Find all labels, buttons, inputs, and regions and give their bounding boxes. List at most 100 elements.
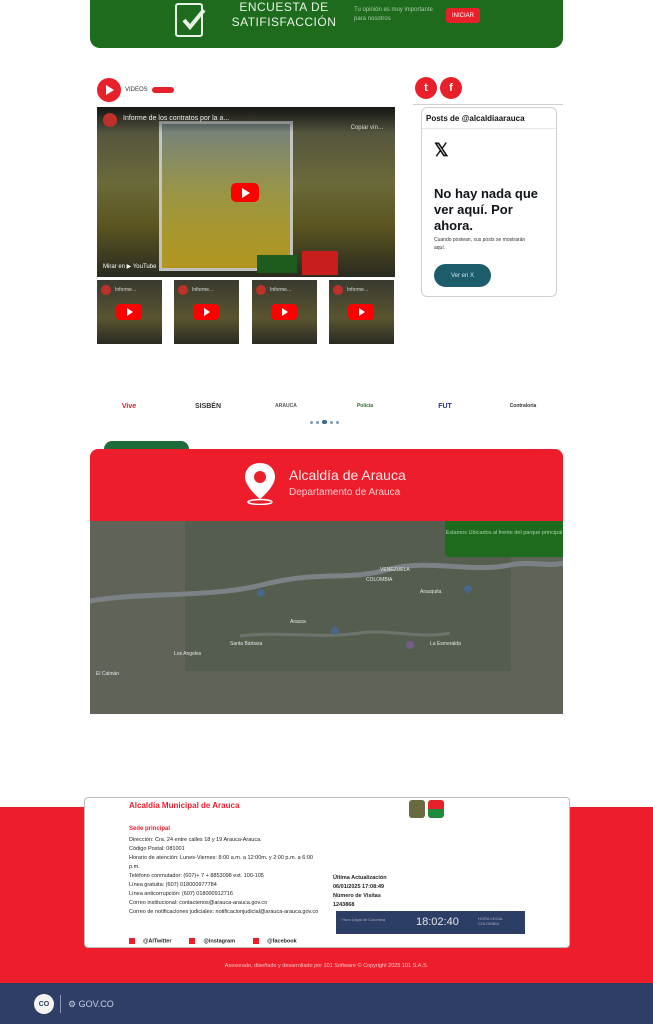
last-update-value: 06/01/2025 17:08:49 (333, 884, 385, 890)
x-posts-header[interactable]: Posts de @alcaldiaarauca (426, 114, 525, 123)
partner-logo-policia[interactable]: Policía (354, 397, 376, 415)
partner-logos-carousel: Vive SISBÉN ARAUCA Policía FUT Contralor… (110, 397, 550, 417)
location-map[interactable]: Arauca VENEZUELA COLOMBIA Santa Bárbara … (90, 521, 563, 714)
video-thumbnail-2[interactable]: Informe... (174, 280, 239, 344)
youtube-label: YouTube (132, 264, 157, 270)
carousel-dot[interactable] (336, 420, 339, 424)
facebook-handle: @facebook (267, 938, 297, 945)
x-timeline-panel: Posts de @alcaldiaarauca 𝕏 No hay nada q… (413, 104, 563, 298)
video-thumbnail-3[interactable]: Informe... (252, 280, 317, 344)
survey-banner[interactable]: ENCUESTA DE SATIFISFACCIÓN Tu opinión es… (90, 0, 563, 48)
map-label: La Esmeralda (430, 641, 461, 647)
x-logo-icon: 𝕏 (434, 140, 449, 160)
thumbnail-title: Informe... (115, 287, 137, 293)
video-title[interactable]: Informe de los contratos por la a... (123, 115, 229, 122)
social-icons: t f (415, 77, 462, 99)
visits-value: 1243868 (333, 902, 355, 908)
checklist-icon (175, 3, 206, 37)
survey-subtitle: Tu opinión es muy importante para nosotr… (354, 7, 433, 22)
video-logo-right (302, 251, 338, 275)
footer-contact-info: Dirección: Cra. 24 entre calles 18 y 19 … (129, 836, 319, 917)
watch-on-youtube[interactable]: Mirar en ▶ YouTube (103, 263, 156, 270)
footer-line: Dirección: Cra. 24 entre calles 18 y 19 … (129, 837, 262, 843)
map-pin-icon (245, 463, 275, 505)
main-video-player[interactable]: Informe de los contratos por la a... Cop… (97, 107, 395, 277)
channel-avatar (101, 285, 111, 295)
visits-label: Número de Visitas (333, 893, 381, 899)
twitter-icon[interactable]: t (415, 77, 437, 99)
footer-card: Alcaldía Municipal de Arauca Sede princi… (84, 797, 570, 948)
copy-link-button[interactable]: Copiar vín... (351, 125, 383, 131)
footer-instagram-link[interactable]: @instagram (189, 938, 235, 944)
footer-line[interactable]: Correo institucional: contactenos@arauca… (129, 899, 319, 908)
videos-header: VIDEOS (97, 78, 174, 102)
partner-logo-vive[interactable]: Vive (110, 397, 148, 415)
play-icon[interactable] (348, 304, 374, 320)
x-empty-description: Cuando postean, sus posts se mostrarán a… (434, 237, 526, 251)
watch-on-label: Mirar en (103, 264, 126, 270)
map-label: COLOMBIA (366, 577, 393, 583)
play-icon[interactable] (193, 304, 219, 320)
colombia-logo-icon[interactable]: CO (34, 994, 54, 1014)
instagram-handle: @instagram (203, 938, 236, 945)
divider (422, 128, 556, 129)
clock-left-label: Hora Legal de Colombia (342, 917, 386, 922)
twitter-icon (129, 938, 135, 944)
partner-logo-arauca[interactable]: ARAUCA (272, 397, 300, 415)
location-title: Alcaldía de Arauca (289, 467, 406, 483)
play-icon[interactable] (116, 304, 142, 320)
last-update-label: Última Actualización (333, 875, 387, 881)
video-thumbnails: Informe... Informe... Informe... Informe… (97, 280, 395, 344)
carousel-dot-active[interactable] (322, 420, 327, 424)
partner-logo-fut[interactable]: FUT (426, 397, 464, 415)
carousel-dot[interactable] (316, 420, 319, 424)
footer-social-links: @AlTwitter @instagram @facebook (129, 938, 297, 944)
carousel-dot[interactable] (330, 420, 333, 424)
partner-logo-contraloria[interactable]: Contraloría (499, 397, 547, 415)
channel-avatar (333, 285, 343, 295)
footer-update-info: Última Actualización 06/01/2025 17:08:49… (333, 874, 387, 910)
clock-time: 18:02:40 (416, 916, 459, 928)
video-frame-image (159, 121, 293, 271)
footer-line: Línea anticorrupción: (607) 018000912716 (129, 891, 233, 897)
map-label: Santa Bárbara (230, 641, 263, 647)
divider (60, 995, 61, 1013)
twitter-handle: @AlTwitter (143, 938, 172, 945)
video-thumbnail-1[interactable]: Informe... (97, 280, 162, 344)
flag-icon (428, 800, 444, 818)
gov-co-label: GOV.CO (78, 999, 114, 1009)
legal-time-clock[interactable]: Hora Legal de Colombia 18:02:40 HORA LEG… (336, 911, 525, 934)
footer-title: Alcaldía Municipal de Arauca (129, 801, 240, 810)
x-timeline-card: Posts de @alcaldiaarauca 𝕏 No hay nada q… (421, 107, 557, 297)
play-icon[interactable] (271, 304, 297, 320)
channel-avatar[interactable] (103, 113, 117, 127)
gov-co-bar: CO ⚙ GOV.CO (0, 983, 653, 1024)
thumbnail-title: Informe... (347, 287, 369, 293)
instagram-icon (189, 938, 196, 944)
video-thumbnail-4[interactable]: Informe... (329, 280, 394, 344)
channel-avatar (178, 285, 188, 295)
map-location-note: Estamos Ubicados al frente del parque pr… (445, 521, 563, 557)
footer-seals (409, 800, 444, 818)
survey-start-button[interactable]: INICIAR (446, 8, 481, 23)
footer-facebook-link[interactable]: @facebook (253, 938, 297, 944)
footer-sede-heading: Sede principal (129, 826, 171, 832)
partner-logo-sisben[interactable]: SISBÉN (184, 397, 232, 415)
footer-line: Código Postal: 081001 (129, 846, 185, 852)
play-button[interactable] (231, 183, 259, 202)
footer-line[interactable]: Correo de notificaciones judiciales: not… (129, 908, 319, 917)
view-on-x-button[interactable]: Ver en X (434, 264, 491, 287)
survey-title: ENCUESTA DE SATIFISFACCIÓN (231, 0, 337, 29)
location-card: Alcaldía de Arauca Departamento de Arauc… (90, 449, 563, 521)
facebook-icon[interactable]: f (440, 77, 462, 99)
footer-line: Horario de atención: Lunes-Viernes: 8:00… (129, 855, 313, 870)
carousel-dot[interactable] (310, 420, 313, 424)
youtube-icon[interactable] (97, 78, 121, 102)
thumbnail-title: Informe... (192, 287, 214, 293)
gov-co-link[interactable]: ⚙ GOV.CO (68, 999, 114, 1010)
footer-twitter-link[interactable]: @AlTwitter (129, 938, 171, 944)
carousel-dots (310, 420, 339, 424)
footer-line: Teléfono conmutador: (607)+ 7 + 8853098 … (129, 873, 264, 879)
video-logo-left (257, 255, 297, 273)
thumbnail-title: Informe... (270, 287, 292, 293)
